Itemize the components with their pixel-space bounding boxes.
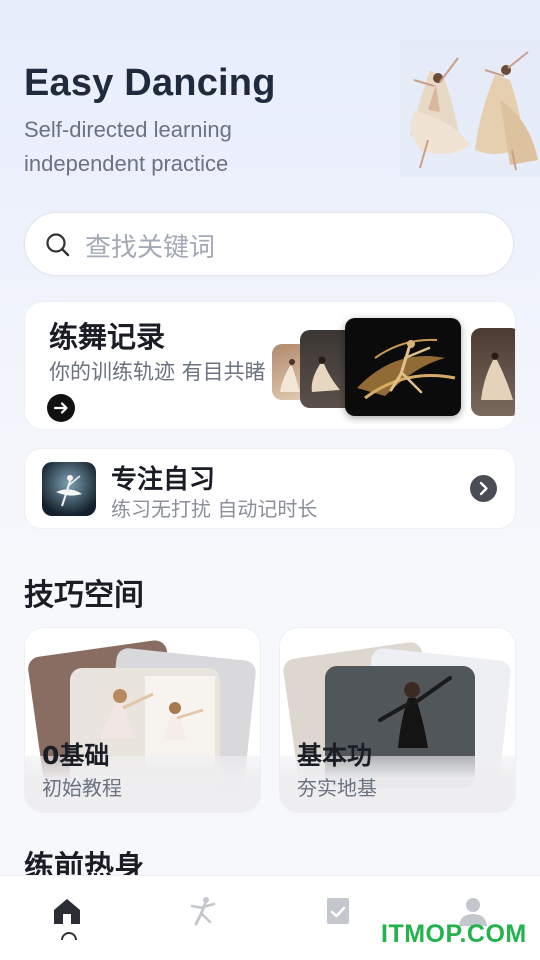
skill-desc: 夯实地基 — [297, 776, 377, 800]
skill-name: 0基础 — [42, 741, 110, 770]
dancer-icon[interactable] — [186, 894, 220, 928]
focus-title: 专注自习 — [111, 465, 216, 495]
app-title: Easy Dancing — [24, 62, 276, 104]
hero-banner: Easy Dancing Self-directed learning inde… — [0, 0, 540, 190]
record-thumb-4 — [471, 328, 515, 416]
site-watermark: ITMOP.COM — [381, 920, 527, 948]
dancers-illustration — [400, 40, 540, 177]
skills-section-title: 技巧空间 — [24, 578, 144, 613]
record-title: 练舞记录 — [49, 320, 166, 354]
skill-card-fundamentals[interactable]: 基本功 夯实地基 — [280, 628, 515, 812]
focus-study-card[interactable]: 专注自习 练习无打扰 自动记时长 — [25, 449, 515, 528]
checklist-icon[interactable] — [321, 894, 355, 928]
hero-subtitle-line2: independent practice — [24, 151, 229, 176]
search-icon — [46, 233, 70, 257]
skill-card-beginner[interactable]: 0基础 初始教程 — [25, 628, 260, 812]
skill-name: 基本功 — [297, 741, 373, 770]
search-placeholder[interactable]: 查找关键词 — [85, 227, 215, 264]
arrow-right-icon[interactable] — [47, 394, 75, 422]
record-thumb-featured — [345, 318, 461, 416]
search-bar[interactable]: 查找关键词 — [25, 213, 513, 275]
focus-thumb — [42, 462, 96, 516]
record-subtitle: 你的训练轨迹 有目共睹 — [49, 360, 266, 384]
hero-subtitle-line1: Self-directed learning — [24, 117, 232, 142]
chevron-right-icon[interactable] — [470, 475, 497, 502]
home-icon[interactable] — [50, 894, 84, 928]
focus-subtitle: 练习无打扰 自动记时长 — [111, 497, 318, 521]
practice-record-card[interactable]: 练舞记录 你的训练轨迹 有目共睹 — [25, 302, 515, 429]
skill-desc: 初始教程 — [42, 776, 122, 800]
